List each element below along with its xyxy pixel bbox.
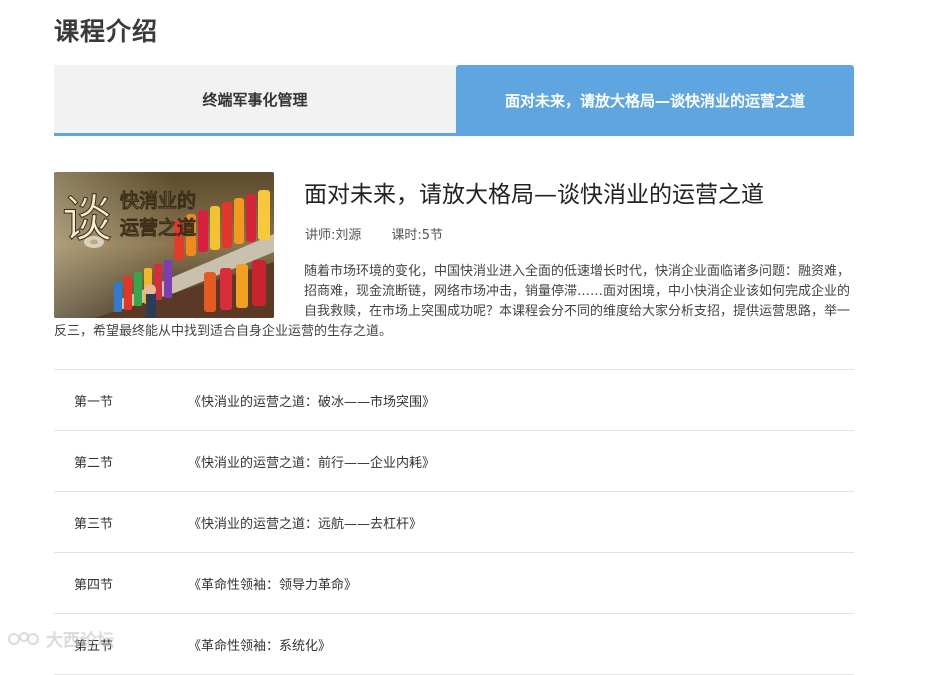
course-title: 面对未来，请放大格局—谈快消业的运营之道 bbox=[304, 182, 764, 208]
lesson-title[interactable]: 《快消业的运营之道：远航——去杠杆》 bbox=[188, 513, 854, 532]
watermark-logo-icon bbox=[8, 631, 39, 645]
lesson-row[interactable]: 第四节 《革命性领袖：领导力革命》 bbox=[54, 553, 854, 614]
lesson-number: 第一节 bbox=[74, 394, 114, 410]
cover-big-character: 谈 bbox=[62, 190, 112, 248]
lesson-number: 第四节 bbox=[74, 577, 114, 593]
lesson-list: 第一节 《快消业的运营之道：破冰——市场突围》 第二节 《快消业的运营之道：前行… bbox=[54, 369, 854, 675]
lesson-title[interactable]: 《快消业的运营之道：破冰——市场突围》 bbox=[188, 391, 854, 410]
cover-text-line2: 运营之道 bbox=[120, 216, 196, 239]
lesson-row[interactable]: 第五节 《革命性领袖：系统化》 bbox=[54, 614, 854, 675]
course-hours-label: 课时:5节 bbox=[391, 228, 444, 243]
lesson-row[interactable]: 第一节 《快消业的运营之道：破冰——市场突围》 bbox=[54, 370, 854, 431]
cover-text-line1: 快消业的 bbox=[120, 189, 196, 212]
lesson-row[interactable]: 第二节 《快消业的运营之道：前行——企业内耗》 bbox=[54, 431, 854, 492]
lesson-number: 第三节 bbox=[74, 516, 114, 532]
lesson-title[interactable]: 《革命性领袖：领导力革命》 bbox=[188, 574, 854, 593]
course-meta: 讲师:刘源 课时:5节 bbox=[305, 224, 473, 243]
watermark-text: 大西论坛 bbox=[46, 631, 114, 651]
lesson-title[interactable]: 《革命性领袖：系统化》 bbox=[188, 635, 854, 654]
tab-terminal-management[interactable]: 终端军事化管理 bbox=[54, 65, 456, 136]
lesson-number: 第二节 bbox=[74, 455, 114, 471]
lesson-row[interactable]: 第三节 《快消业的运营之道：远航——去杠杆》 bbox=[54, 492, 854, 553]
tab-fmcg-operations[interactable]: 面对未来，请放大格局—谈快消业的运营之道 bbox=[456, 65, 854, 136]
lecturer-label: 讲师:刘源 bbox=[305, 228, 362, 243]
lesson-title[interactable]: 《快消业的运营之道：前行——企业内耗》 bbox=[188, 452, 854, 471]
course-tabs: 终端军事化管理 面对未来，请放大格局—谈快消业的运营之道 bbox=[54, 65, 854, 136]
course-description-block: 随着市场环境的变化，中国快消业进入全面的低速增长时代，快消企业面临诸多问题：融资… bbox=[54, 262, 854, 342]
site-watermark: 大西论坛 bbox=[8, 626, 114, 651]
page-title: 课程介绍 bbox=[54, 17, 159, 46]
